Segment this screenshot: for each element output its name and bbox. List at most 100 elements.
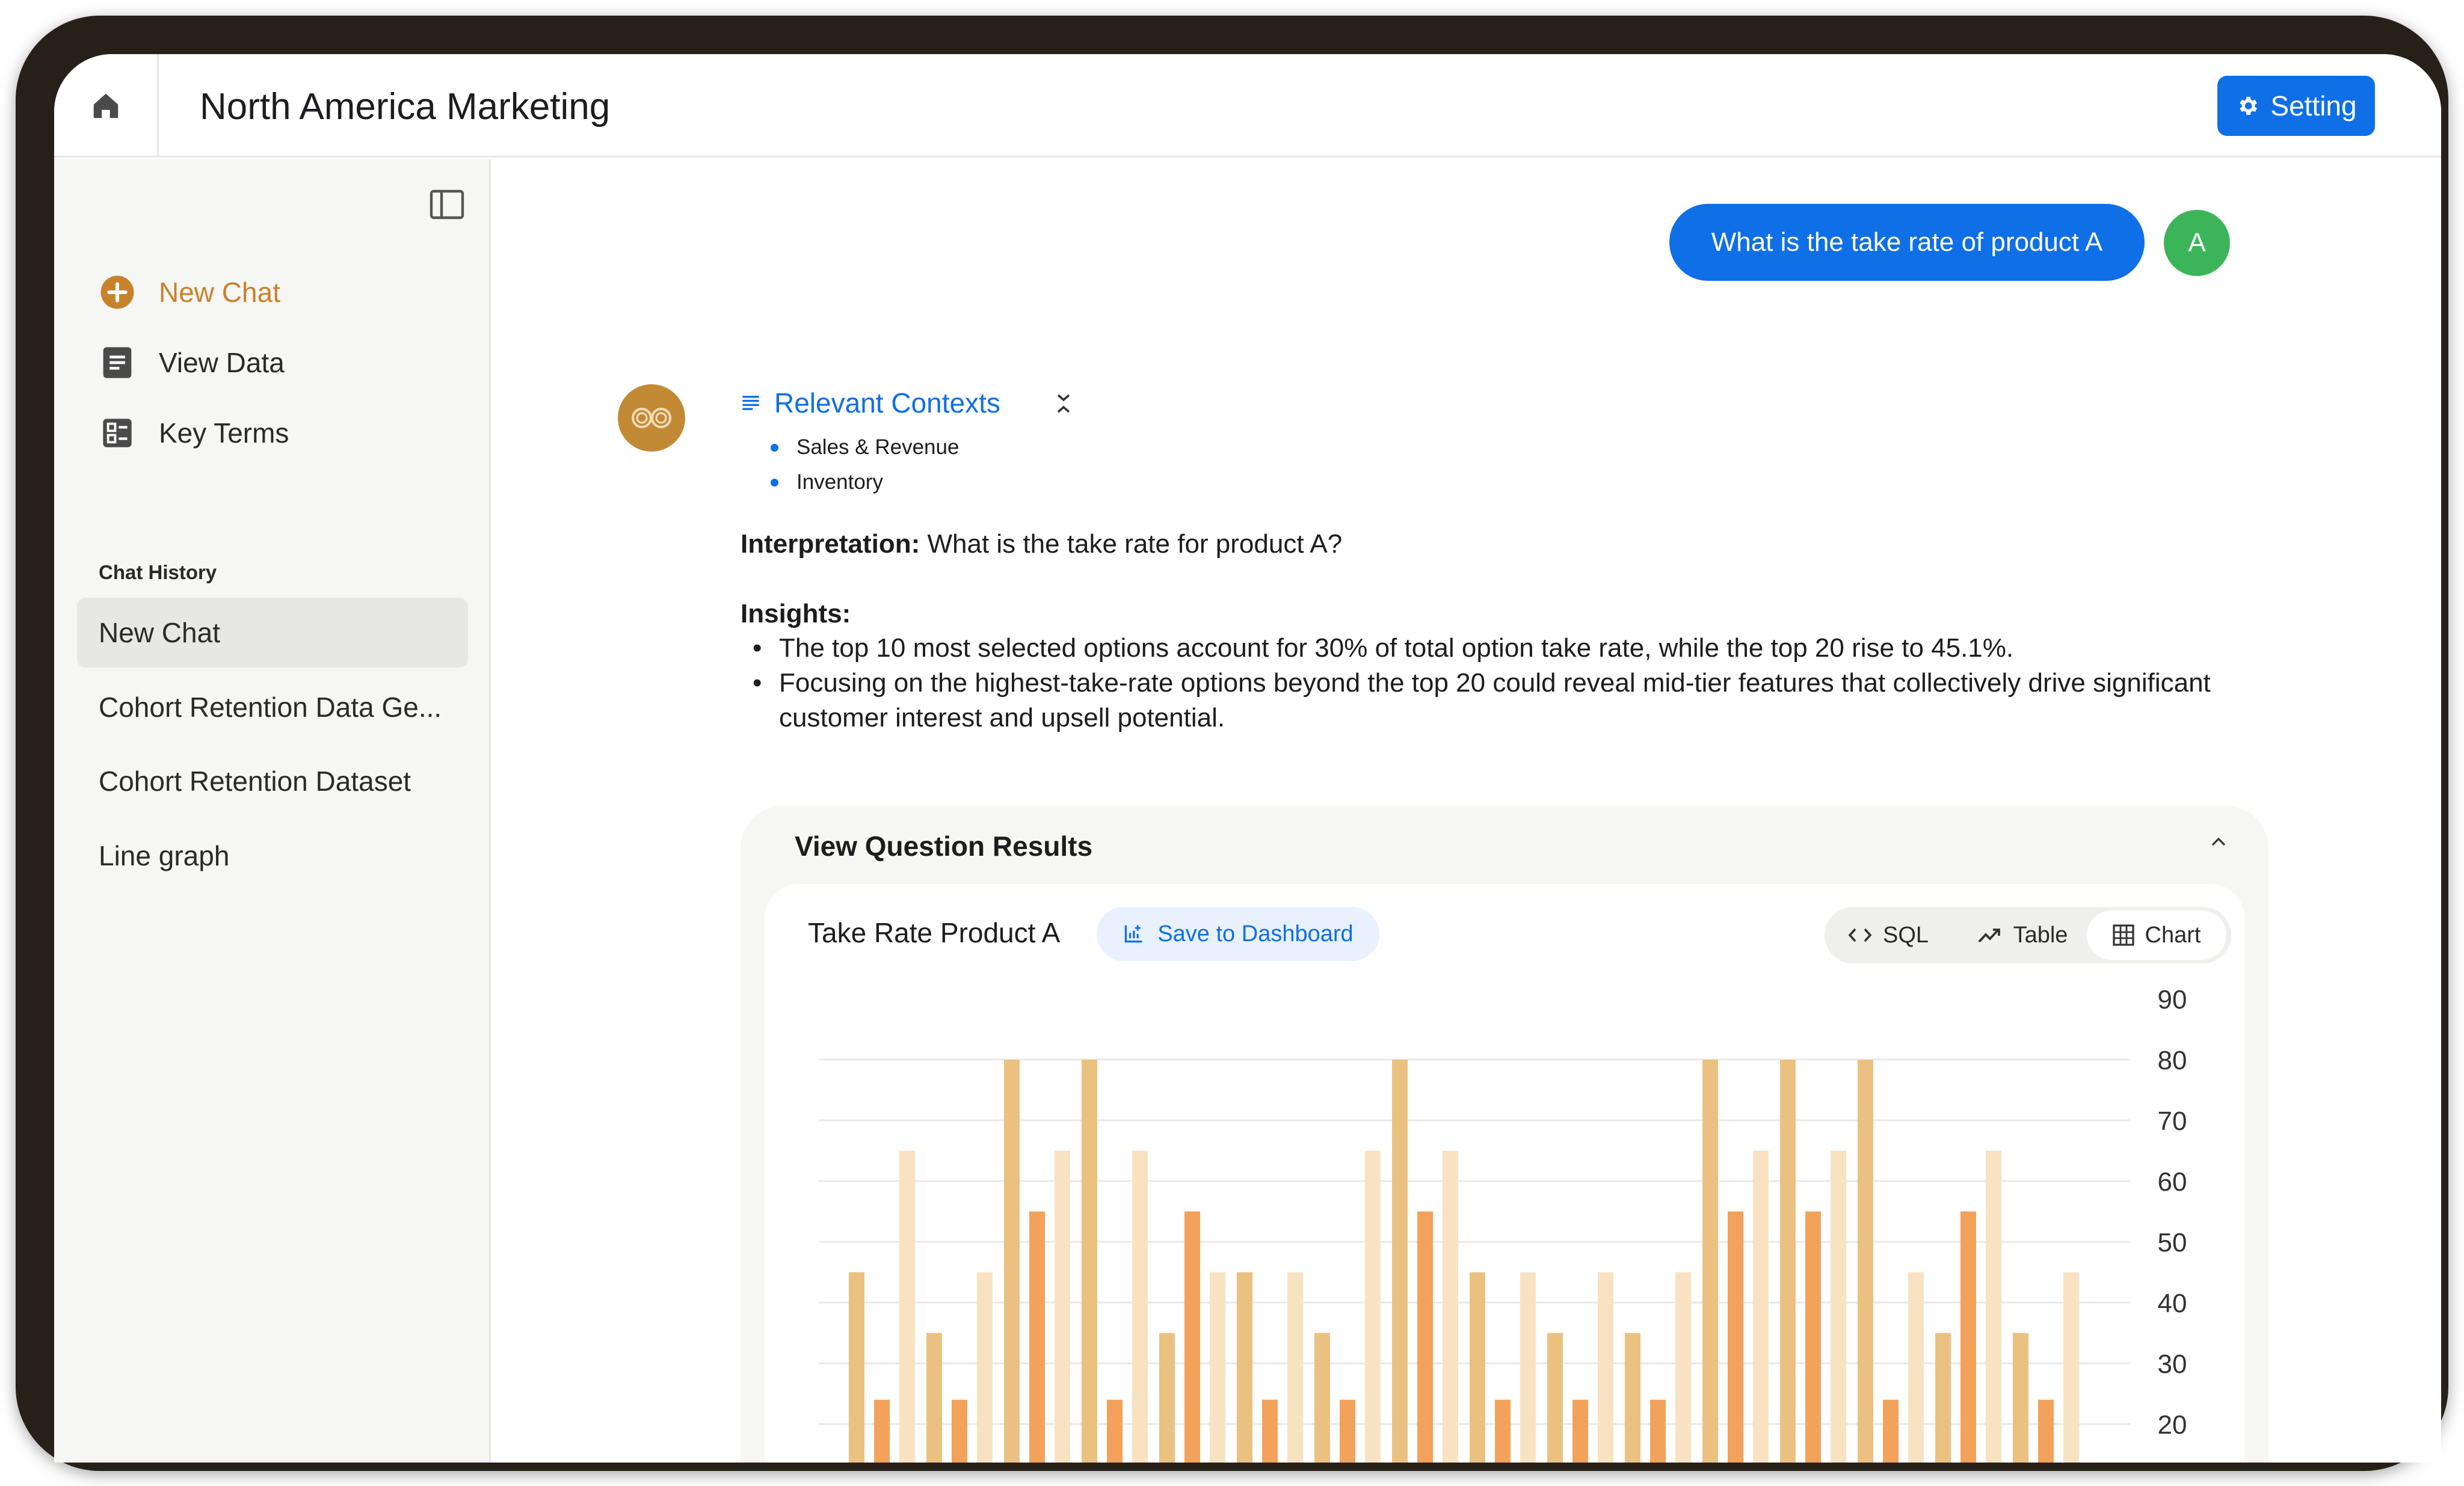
trend-icon xyxy=(1978,929,2000,943)
bar[interactable] xyxy=(1004,1060,1020,1463)
view-data-button[interactable]: View Data xyxy=(99,344,285,381)
bar[interactable] xyxy=(1650,1399,1666,1463)
save-to-dashboard-button[interactable]: Save to Dashboard xyxy=(1097,907,1379,961)
home-button[interactable] xyxy=(54,54,159,158)
bar[interactable] xyxy=(1986,1150,2001,1463)
bar[interactable] xyxy=(1883,1399,1899,1463)
app-title: North America Marketing xyxy=(200,86,611,127)
bar[interactable] xyxy=(1082,1060,1097,1463)
avatar[interactable]: A xyxy=(2164,210,2230,276)
bar[interactable] xyxy=(1029,1211,1045,1463)
plus-circle-icon xyxy=(99,274,136,311)
bar[interactable] xyxy=(1287,1272,1303,1463)
insight-item: Focusing on the highest-take-rate option… xyxy=(741,666,2244,735)
bar[interactable] xyxy=(1625,1333,1640,1463)
bar[interactable] xyxy=(1520,1272,1536,1463)
results-title[interactable]: View Question Results xyxy=(795,830,1092,862)
interpretation-label: Interpretation: xyxy=(741,529,920,559)
key-terms-button[interactable]: Key Terms xyxy=(99,414,289,452)
history-item-line-graph[interactable]: Line graph xyxy=(77,821,468,891)
bar[interactable] xyxy=(2038,1399,2054,1463)
sidebar-toggle-icon[interactable] xyxy=(430,189,464,223)
table-view-button[interactable]: Table xyxy=(1960,910,2084,960)
chart-view-button[interactable]: Chart xyxy=(2087,910,2226,960)
bar[interactable] xyxy=(1780,1060,1796,1463)
history-item-new-chat[interactable]: New Chat xyxy=(77,598,468,668)
sidebar: New Chat View Data Key Terms Chat Histor… xyxy=(54,159,491,1463)
chart-title: Take Rate Product A xyxy=(808,917,1061,948)
sql-view-button[interactable]: SQL xyxy=(1837,910,1940,960)
bar[interactable] xyxy=(1470,1272,1485,1463)
bar[interactable] xyxy=(1598,1272,1613,1463)
bar[interactable] xyxy=(2063,1272,2079,1463)
assistant-logo-icon xyxy=(618,384,685,452)
bar[interactable] xyxy=(1210,1272,1225,1463)
bar[interactable] xyxy=(849,1272,864,1463)
bar[interactable] xyxy=(1805,1211,1821,1463)
relevant-contexts-title: Relevant Contexts xyxy=(774,387,1000,419)
bar[interactable] xyxy=(1753,1150,1769,1463)
user-message: What is the take rate of product A xyxy=(1669,204,2145,281)
bar[interactable] xyxy=(1262,1399,1278,1463)
bar[interactable] xyxy=(1702,1060,1718,1463)
bar[interactable] xyxy=(1935,1333,1951,1463)
bar[interactable] xyxy=(1365,1150,1381,1463)
y-tick-label: 50 xyxy=(2158,1228,2187,1257)
context-label: Inventory xyxy=(796,470,883,494)
bar[interactable] xyxy=(1960,1211,1976,1463)
bar[interactable] xyxy=(1159,1333,1175,1463)
context-label: Sales & Revenue xyxy=(796,435,959,459)
bar[interactable] xyxy=(1495,1399,1511,1463)
gear-icon xyxy=(2240,97,2258,115)
bar[interactable] xyxy=(1132,1150,1148,1463)
bar[interactable] xyxy=(1858,1060,1873,1463)
bar[interactable] xyxy=(1831,1150,1846,1463)
bar[interactable] xyxy=(1417,1211,1433,1463)
setting-label: Setting xyxy=(2270,90,2357,121)
y-tick-label: 70 xyxy=(2158,1107,2187,1136)
key-terms-label: Key Terms xyxy=(159,417,289,449)
document-icon xyxy=(99,344,136,381)
bullet-dot xyxy=(771,478,778,487)
bar[interactable] xyxy=(2013,1333,2028,1463)
bar[interactable] xyxy=(1184,1211,1200,1463)
bar[interactable] xyxy=(1055,1150,1070,1463)
bar[interactable] xyxy=(977,1272,993,1463)
setting-button[interactable]: Setting xyxy=(2217,76,2375,136)
bar[interactable] xyxy=(1908,1272,1924,1463)
bar[interactable] xyxy=(1107,1399,1123,1463)
bar[interactable] xyxy=(1314,1333,1330,1463)
bar[interactable] xyxy=(1237,1272,1252,1463)
bar[interactable] xyxy=(952,1399,967,1463)
chart-label: Chart xyxy=(2145,922,2201,948)
chevron-up-icon[interactable] xyxy=(2211,837,2226,850)
question-results-panel: View Question Results Take Rate Product … xyxy=(741,806,2268,1463)
y-tick-label: 60 xyxy=(2158,1167,2187,1197)
list-item: Sales & Revenue xyxy=(771,430,959,465)
relevant-contexts-header[interactable]: Relevant Contexts xyxy=(741,387,1000,419)
bar[interactable] xyxy=(926,1333,942,1463)
bullet-dot xyxy=(771,443,778,452)
table-label: Table xyxy=(2013,922,2068,948)
interpretation-text: What is the take rate for product A? xyxy=(927,529,1343,559)
collapse-contexts-icon[interactable] xyxy=(1055,391,1073,419)
bar[interactable] xyxy=(874,1399,890,1463)
new-chat-label: New Chat xyxy=(159,277,280,308)
history-item-cohort-retention-data-gen[interactable]: Cohort Retention Data Ge... xyxy=(77,672,468,742)
new-chat-button[interactable]: New Chat xyxy=(99,274,280,311)
bar[interactable] xyxy=(1392,1060,1408,1463)
history-item-cohort-retention-dataset[interactable]: Cohort Retention Dataset xyxy=(77,746,468,816)
insights-title: Insights: xyxy=(741,599,851,628)
bar[interactable] xyxy=(1340,1399,1355,1463)
y-tick-label: 20 xyxy=(2158,1410,2187,1440)
bar[interactable] xyxy=(1675,1272,1691,1463)
bar[interactable] xyxy=(1443,1150,1458,1463)
bar[interactable] xyxy=(1572,1399,1588,1463)
bar[interactable] xyxy=(899,1150,915,1463)
bar[interactable] xyxy=(1547,1333,1563,1463)
list-item: Inventory xyxy=(771,465,959,500)
insight-item: The top 10 most selected options account… xyxy=(741,631,2244,666)
chat-panel: What is the take rate of product A A Rel… xyxy=(493,159,2441,1463)
dashboard-chart-icon xyxy=(1125,925,1142,943)
bar[interactable] xyxy=(1728,1211,1743,1463)
